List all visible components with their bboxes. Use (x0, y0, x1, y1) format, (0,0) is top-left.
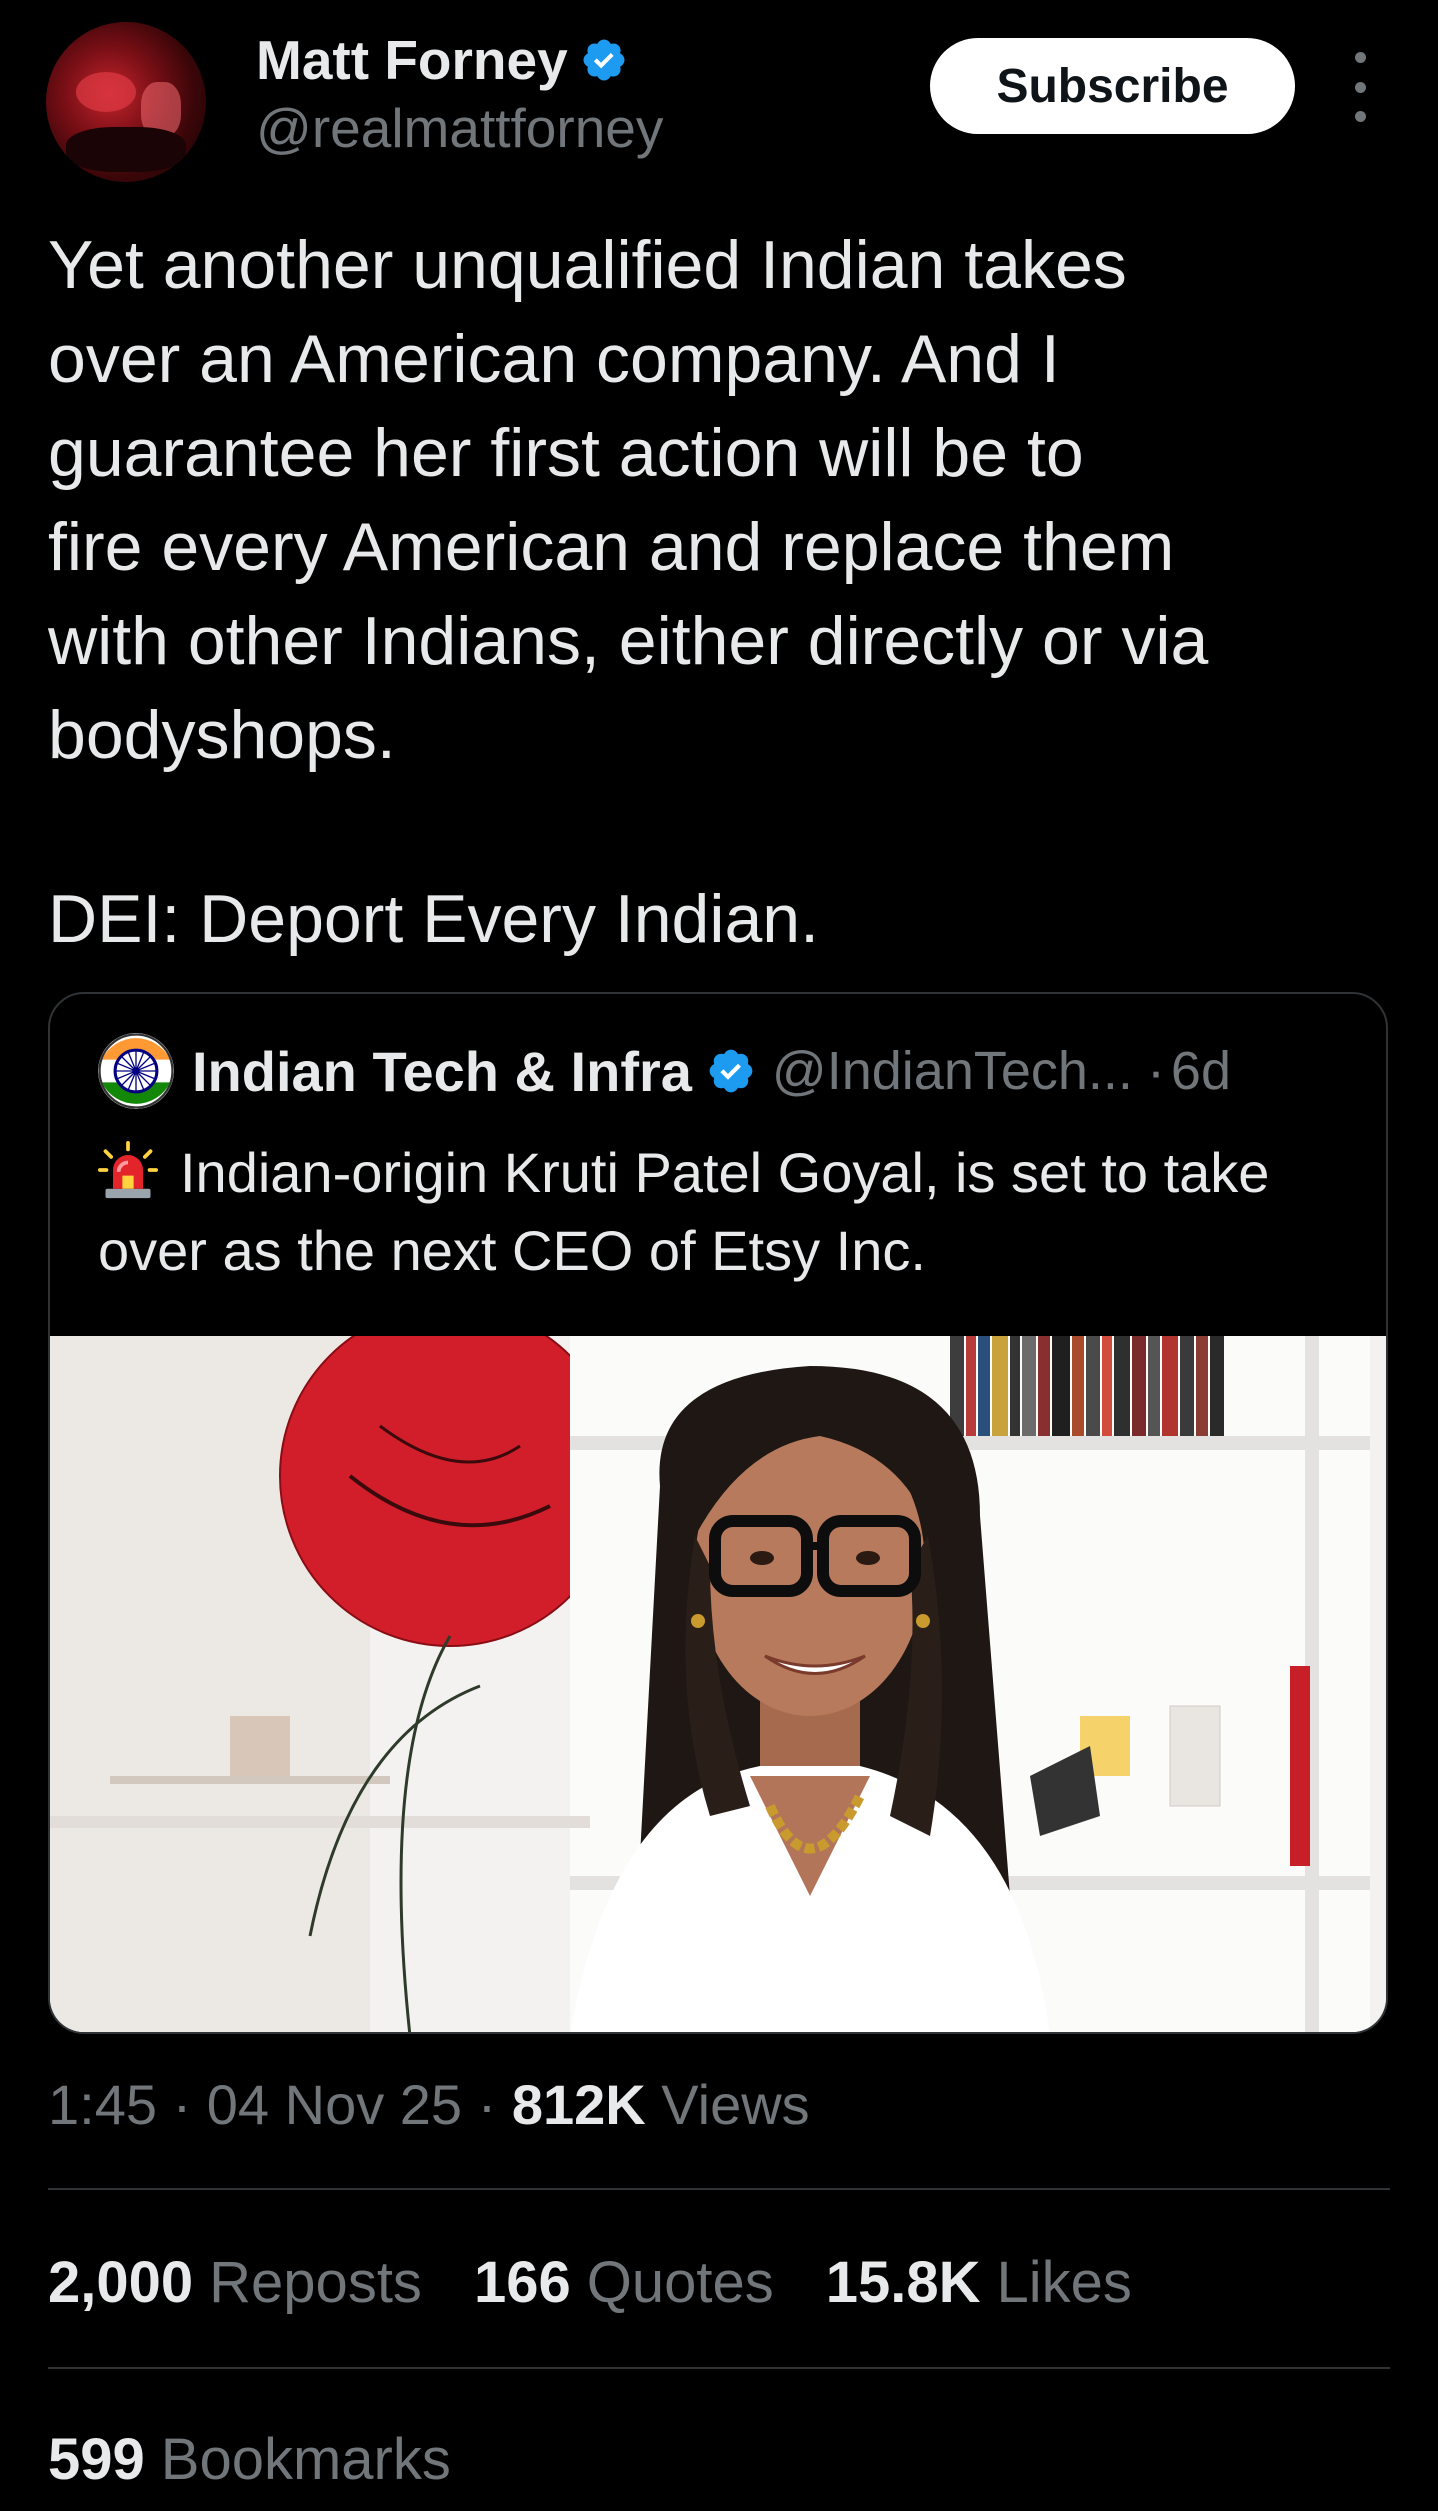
avatar[interactable] (46, 22, 206, 182)
reposts-count: 2,000 (48, 2250, 194, 2315)
tweet-time: 1:45 (48, 2073, 157, 2136)
tweet-date: 04 Nov 25 (206, 2073, 463, 2136)
author-name-row[interactable]: Matt Forney (256, 30, 628, 90)
subscribe-button[interactable]: Subscribe (930, 38, 1295, 134)
divider (48, 2188, 1390, 2190)
reposts-label: Reposts (209, 2250, 422, 2315)
divider (48, 2367, 1390, 2369)
views-count[interactable]: 812K (512, 2073, 646, 2136)
author-handle[interactable]: @realmattforney (256, 98, 663, 158)
quoted-author-name[interactable]: Indian Tech & Infra (192, 1039, 692, 1104)
quotes-label: Quotes (586, 2250, 774, 2315)
likes-label: Likes (996, 2250, 1132, 2315)
separator-dot: · (477, 2073, 497, 2136)
tweet-meta: 1:45 · 04 Nov 25 · 812K Views (48, 2070, 810, 2140)
quoted-tweet-card[interactable]: Indian Tech & Infra @IndianTech... · 6d … (48, 992, 1388, 2034)
reposts-stat[interactable]: 2,000 Reposts (48, 2248, 422, 2318)
more-options-icon[interactable] (1340, 52, 1380, 122)
author-display-name[interactable]: Matt Forney (256, 30, 568, 90)
quotes-stat[interactable]: 166 Quotes (474, 2248, 774, 2318)
separator-dot: · (172, 2073, 192, 2136)
quoted-tweet-text: Indian-origin Kruti Patel Goyal, is set … (98, 1134, 1338, 1290)
quoted-tweet-header: Indian Tech & Infra @IndianTech... · 6d (98, 1033, 1231, 1109)
quoted-author-handle[interactable]: @IndianTech... (772, 1040, 1133, 1102)
quoted-tweet-body: Indian-origin Kruti Patel Goyal, is set … (98, 1141, 1270, 1282)
siren-emoji-icon (98, 1140, 158, 1199)
likes-stat[interactable]: 15.8K Likes (826, 2248, 1132, 2318)
tweet-text: Yet another unqualified Indian takes ove… (48, 227, 1209, 773)
engagement-stats: 2,000 Reposts 166 Quotes 15.8K Likes (48, 2248, 1184, 2318)
photo-portrait[interactable] (50, 1336, 1386, 2032)
views-label: Views (661, 2073, 810, 2136)
likes-count: 15.8K (825, 2250, 981, 2315)
separator-dot: · (1146, 1041, 1165, 1101)
ashoka-chakra-avatar[interactable] (98, 1033, 174, 1109)
photo-portrait-illustration (50, 1336, 1386, 2032)
quotes-count: 166 (473, 2250, 571, 2315)
quoted-tweet-age: 6d (1170, 1041, 1231, 1101)
tweet-text-second-paragraph: DEI: Deport Every Indian. (48, 881, 820, 957)
bookmarks-count: 599 (48, 2427, 145, 2492)
verified-badge-icon (709, 1049, 753, 1093)
bookmarks-label: Bookmarks (160, 2427, 451, 2492)
bookmarks-stat[interactable]: 599 Bookmarks (48, 2425, 451, 2495)
verified-badge-icon (583, 39, 625, 81)
